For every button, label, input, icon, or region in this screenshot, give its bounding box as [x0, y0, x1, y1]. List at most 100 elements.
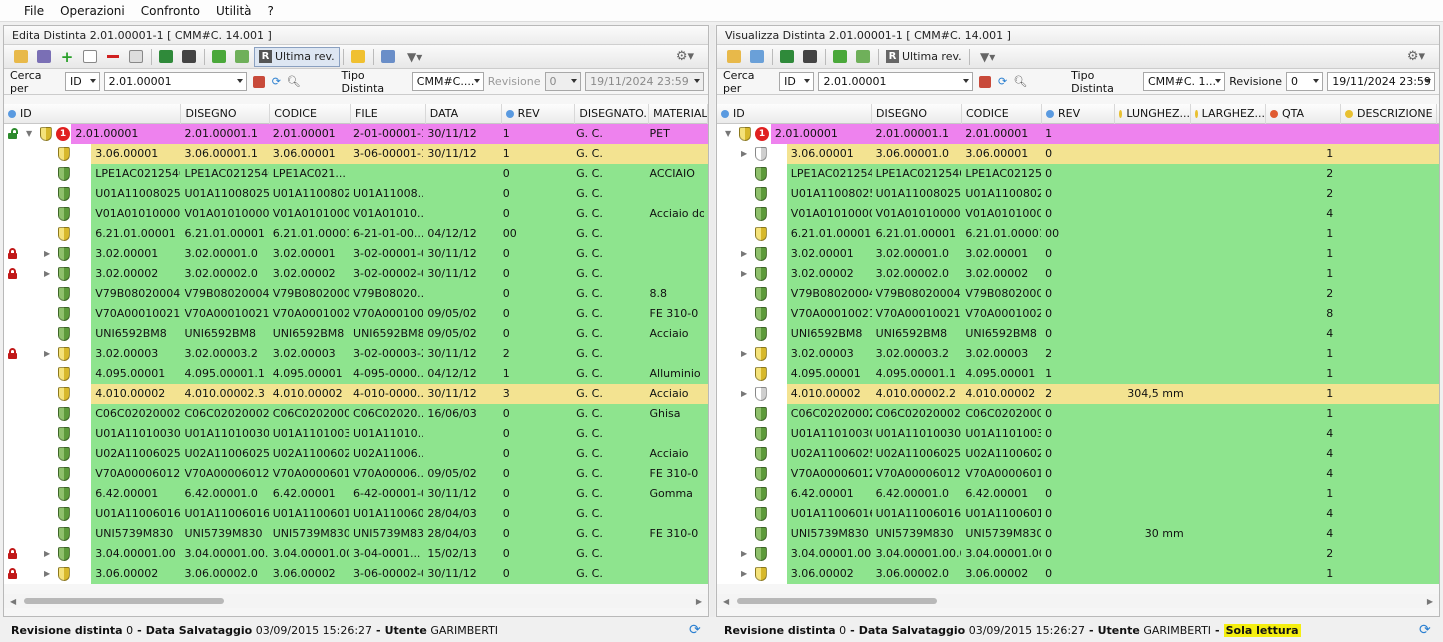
- save-icon[interactable]: [33, 47, 55, 67]
- column-header-descrizione[interactable]: DESCRIZIONE: [1341, 104, 1437, 124]
- search-calendar-icon[interactable]: [251, 74, 266, 90]
- open-folder-icon[interactable]: [723, 47, 745, 67]
- table-row[interactable]: UNI5739M830 UNI5739M830 UNI5739M830 0 30 mm 4: [717, 524, 1439, 544]
- scroll-right-arrow-icon[interactable]: ▶: [696, 597, 702, 606]
- cerca-field-select[interactable]: ID: [779, 72, 815, 91]
- settings-gear-icon[interactable]: ⚙▾: [670, 47, 700, 67]
- table-row[interactable]: V70A00010021V70A00010021V70A0001002108: [717, 304, 1439, 324]
- ultima-rev-button[interactable]: R Ultima rev.: [882, 47, 966, 67]
- column-header-id[interactable]: ID: [4, 104, 182, 124]
- search-magnifier-icon[interactable]: 🔍︎: [1012, 74, 1028, 90]
- table-row[interactable]: C06C02020002C06C02020002C06C0202000201: [717, 404, 1439, 424]
- expand-arrow-icon[interactable]: ▶: [44, 349, 50, 358]
- table-row[interactable]: ▶ 3.02.00002 3.02.00002.0 3.02.00002 3-02-00…: [4, 264, 708, 284]
- table-row[interactable]: ▶ 3.02.00003 3.02.00003.2 3.02.00003 2 1: [717, 344, 1439, 364]
- export-excel-icon[interactable]: [155, 47, 177, 67]
- column-header-materiale[interactable]: MATERIALE: [649, 104, 708, 124]
- table-row[interactable]: 6.21.01.00001 6.21.01.00001 6.21.01.00001 6…: [4, 224, 708, 244]
- table-row[interactable]: U01A11008025U01A11008025U01A1100802502: [717, 184, 1439, 204]
- table-row[interactable]: ▶ 3.04.00001.00 3.04.00001.00.0 3.04.00001.…: [4, 544, 708, 564]
- column-header-data[interactable]: DATA: [426, 104, 502, 124]
- export-excel-icon[interactable]: [776, 47, 798, 67]
- menu-help[interactable]: ?: [260, 0, 282, 22]
- table-row[interactable]: 4.095.00001 4.095.00001.1 4.095.00001 1 1: [717, 364, 1439, 384]
- filter-icon[interactable]: ▼▾: [400, 47, 430, 67]
- remove-icon[interactable]: [102, 47, 124, 67]
- table-row[interactable]: U01A11006016U01A11006016U01A11006016U01A…: [4, 504, 708, 524]
- table-row[interactable]: ▶ 3.02.00003 3.02.00003.2 3.02.00003 3-02-00…: [4, 344, 708, 364]
- column-header-qta[interactable]: QTA: [1266, 104, 1341, 124]
- settings-gear-icon[interactable]: ⚙▾: [1401, 47, 1431, 67]
- scroll-thumb[interactable]: [737, 598, 937, 604]
- add-icon[interactable]: +: [56, 47, 78, 67]
- lightning-shield-icon[interactable]: [347, 47, 369, 67]
- column-header-larghez[interactable]: LARGHEZ...: [1191, 104, 1266, 124]
- table-row[interactable]: ▶ 3.02.00001 3.02.00001.0 3.02.00001 0 1: [717, 244, 1439, 264]
- expand-all-icon[interactable]: [208, 47, 230, 67]
- table-row[interactable]: ▶ 3.02.00002 3.02.00002.0 3.02.00002 0 1: [717, 264, 1439, 284]
- column-header-lunghez[interactable]: LUNGHEZ...: [1115, 104, 1191, 124]
- menu-confronto[interactable]: Confronto: [133, 0, 208, 22]
- expand-arrow-icon[interactable]: ▶: [741, 269, 747, 278]
- import-icon[interactable]: [746, 47, 768, 67]
- menu-file[interactable]: File: [16, 0, 52, 22]
- table-row[interactable]: UNI6592BM8 UNI6592BM8 UNI6592BM8 UNI6592BM8…: [4, 324, 708, 344]
- collapse-arrow-icon[interactable]: ▼: [725, 129, 731, 138]
- table-row[interactable]: V79B08020004V79B08020004V79B0802000402: [717, 284, 1439, 304]
- table-row[interactable]: V79B08020004V79B08020004V79B08020004V79B…: [4, 284, 708, 304]
- table-row[interactable]: UNI5739M830 UNI5739M830 UNI5739M830 UNI5739…: [4, 524, 708, 544]
- table-row[interactable]: ▶ 4.010.00002 4.010.00002.2 4.010.00002 2 304…: [717, 384, 1439, 404]
- tipo-distinta-select[interactable]: CMM#C. 1...: [1142, 72, 1226, 91]
- expand-arrow-icon[interactable]: ▶: [44, 269, 50, 278]
- table-row[interactable]: C06C02020002C06C02020002C06C02020002C06C…: [4, 404, 708, 424]
- expand-arrow-icon[interactable]: ▶: [741, 569, 747, 578]
- table-row[interactable]: V70A00006012V70A00006012V70A0000601204: [717, 464, 1439, 484]
- ultima-rev-button[interactable]: R Ultima rev.: [254, 46, 340, 67]
- table-row[interactable]: ▼ 1 2.01.00001 2.01.00001.1 2.01.00001 1: [717, 124, 1439, 144]
- status-refresh-icon[interactable]: ⟳: [1419, 619, 1431, 641]
- collapse-arrow-icon[interactable]: ▼: [26, 129, 32, 138]
- panel-splitter[interactable]: [710, 25, 715, 617]
- column-header-rev[interactable]: REV: [1042, 104, 1115, 124]
- expand-arrow-icon[interactable]: ▶: [741, 389, 747, 398]
- collapse-all-icon[interactable]: [852, 47, 874, 67]
- cerca-field-select[interactable]: ID: [64, 72, 100, 91]
- table-row[interactable]: ▶ 3.06.00001 3.06.00001.0 3.06.00001 0 1: [717, 144, 1439, 164]
- table-row[interactable]: U01A11010030U01A11010030U01A1101003004: [717, 424, 1439, 444]
- revisione-select[interactable]: 0: [544, 72, 582, 91]
- table-row[interactable]: ▶ 3.04.00001.00 3.04.00001.00.0 3.04.00001.…: [717, 544, 1439, 564]
- table-row[interactable]: V70A00010021V70A00010021V70A00010021V70A…: [4, 304, 708, 324]
- cerca-value-input[interactable]: 2.01.00001: [818, 72, 974, 91]
- column-header-disegno[interactable]: DISEGNO: [872, 104, 962, 124]
- table-row[interactable]: V70A00006012V70A00006012V70A00006012V70A…: [4, 464, 708, 484]
- column-header-codice[interactable]: CODICE: [270, 104, 351, 124]
- table-row[interactable]: U02A11006025U02A11006025U02A1100602504: [717, 444, 1439, 464]
- table-row[interactable]: ▶ 3.06.00002 3.06.00002.0 3.06.00002 0 1: [717, 564, 1439, 584]
- refresh-icon[interactable]: ⟳: [995, 74, 1011, 90]
- search-magnifier-icon[interactable]: 🔍︎: [286, 74, 301, 90]
- table-row[interactable]: ▶ 3.06.00002 3.06.00002.0 3.06.00002 3-06-00…: [4, 564, 708, 584]
- collapse-all-icon[interactable]: [231, 47, 253, 67]
- table-row[interactable]: 3.06.00001 3.06.00001.1 3.06.00001 3-06-000…: [4, 144, 708, 164]
- table-row[interactable]: U01A11010030U01A11010030U01A11010030U01A…: [4, 424, 708, 444]
- expand-arrow-icon[interactable]: ▶: [741, 549, 747, 558]
- table-row[interactable]: LPE1AC0212540LPE1AC0212540LPE1AC02125400…: [717, 164, 1439, 184]
- menu-utilita[interactable]: Utilità: [208, 0, 260, 22]
- date-select[interactable]: 19/11/2024 23:59: [585, 72, 704, 91]
- edit-hscrollbar[interactable]: ◀ ▶: [4, 594, 708, 608]
- expand-arrow-icon[interactable]: ▶: [44, 249, 50, 258]
- copy-icon[interactable]: [79, 47, 101, 67]
- table-row[interactable]: U01A11006016U01A11006016U01A1100601604: [717, 504, 1439, 524]
- table-row[interactable]: U01A11008025U01A11008025U01A11008025U01A…: [4, 184, 708, 204]
- table-row[interactable]: ▼ 1 2.01.00001 2.01.00001.1 2.01.00001 2-01-0…: [4, 124, 708, 144]
- table-row[interactable]: 4.095.00001 4.095.00001.1 4.095.00001 4-095…: [4, 364, 708, 384]
- table-row[interactable]: LPE1AC0212540 LPE1AC0212540 LPE1AC021... 0 G…: [4, 164, 708, 184]
- delete-list-icon[interactable]: [125, 47, 147, 67]
- menu-operazioni[interactable]: Operazioni: [52, 0, 133, 22]
- column-header-disegnato[interactable]: DISEGNATO...: [575, 104, 650, 124]
- scroll-left-arrow-icon[interactable]: ◀: [10, 597, 16, 606]
- revisione-select[interactable]: 0: [1286, 72, 1324, 91]
- view-monitor-icon[interactable]: [377, 47, 399, 67]
- table-row[interactable]: ▶ 3.02.00001 3.02.00001.0 3.02.00001 3-02-00…: [4, 244, 708, 264]
- view-hscrollbar[interactable]: ◀ ▶: [717, 594, 1439, 608]
